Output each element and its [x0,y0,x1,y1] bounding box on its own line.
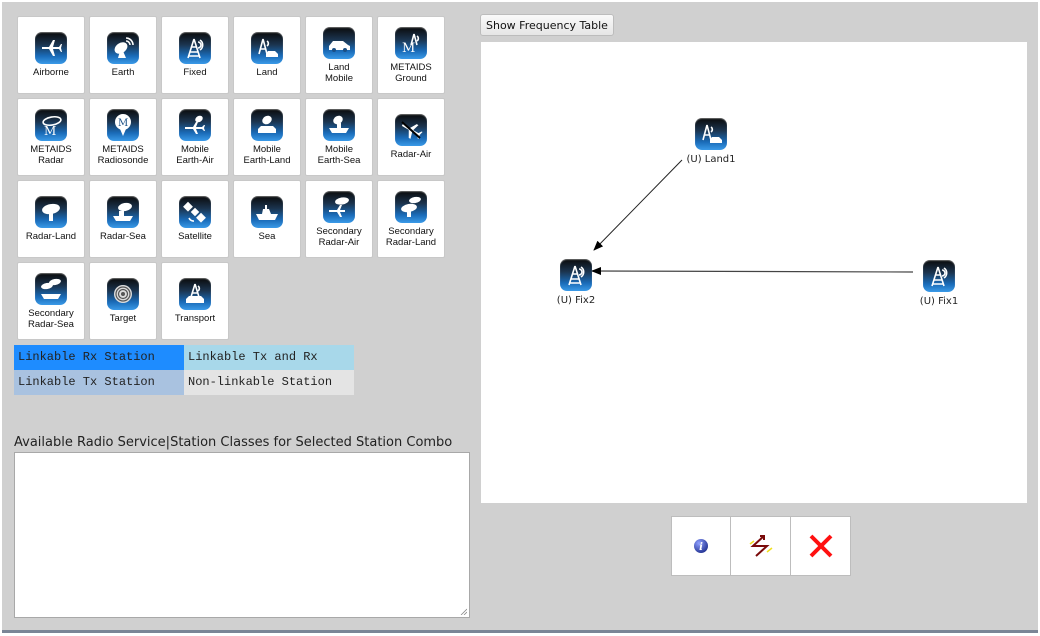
satellite-icon [179,196,211,228]
radio-tower-icon [560,259,592,291]
station-tile-label: METAIDS Ground [390,61,432,84]
show-frequency-table-button[interactable]: Show Frequency Table [480,14,614,36]
secondary-radar-land-icon [395,190,427,223]
link-lightning-icon [749,535,772,557]
station-tile[interactable]: Sea [233,180,301,258]
station-tile[interactable]: Radar-Air [377,98,445,176]
resize-grip-icon[interactable] [459,607,467,615]
info-button[interactable]: i [671,516,731,576]
station-tile[interactable]: Land Mobile [305,16,373,94]
station-tile-label: Secondary Radar-Sea [28,307,74,330]
node-label: (U) Land1 [686,154,736,165]
available-classes-label: Available Radio Service|Station Classes … [14,435,453,450]
close-icon [809,534,832,558]
secondary-radar-air-icon [323,190,355,223]
station-tile-label: Radar-Sea [100,231,146,242]
station-tile[interactable]: Airborne [17,16,85,94]
station-tile-label: Radar-Land [25,231,77,242]
link-fix1-to-fix2[interactable] [591,267,914,276]
station-tile-label: Earth [111,67,135,78]
station-tile-label: Sea [258,231,276,242]
station-tile-label: Airborne [33,67,69,78]
legend-linkable-tx: Linkable Tx Station [14,370,184,395]
station-tile-label: Target [109,313,137,324]
station-tile[interactable]: Transport [161,262,229,340]
station-tile[interactable]: M METAIDS Radar [17,98,85,176]
radio-tower-icon [179,32,211,64]
svg-text:i: i [699,542,703,553]
legend-linkable-tx-rx: Linkable Tx and Rx [184,345,354,370]
station-tile-label: Secondary Radar-Land [385,225,437,248]
station-tile-label: Mobile Earth-Land [243,143,291,166]
metaids-radar-icon: M [35,108,67,141]
station-tile[interactable]: Earth [89,16,157,94]
secondary-radar-sea-icon [35,272,67,305]
station-tile-label: Mobile Earth-Sea [317,143,361,166]
station-tile[interactable]: Radar-Sea [89,180,157,258]
station-legend: Linkable Rx Station Linkable Tx and Rx L… [14,345,354,395]
dish-car-icon [251,108,283,141]
window-bottom-border [2,630,1038,633]
radio-tower-icon [923,260,955,292]
station-tile-label: Land Mobile [325,61,353,84]
station-tile-label: Transport [174,313,216,324]
available-classes-textarea[interactable] [14,452,470,618]
dish-airplane-icon [179,108,211,141]
tower-car-icon [695,118,727,150]
node-land1[interactable]: (U) Land1 [671,118,751,165]
station-tile[interactable]: Land [233,16,301,94]
radar-ship-icon [107,196,139,228]
node-fix2[interactable]: (U) Fix2 [536,259,616,306]
link-land1-to-fix2[interactable] [593,159,683,251]
svg-text:M: M [402,41,415,55]
link-diagram-canvas[interactable]: (U) Land1 (U) Fix2 (U) Fix1 [481,42,1027,503]
station-tile[interactable]: Fixed [161,16,229,94]
station-tile-label: Radar-Air [390,149,432,160]
action-toolbar: i [671,516,851,576]
station-tile-label: Mobile Earth-Air [176,143,214,166]
node-fix1[interactable]: (U) Fix1 [899,260,979,307]
station-tile[interactable]: Satellite [161,180,229,258]
station-tile[interactable]: Radar-Land [17,180,85,258]
legend-linkable-rx: Linkable Rx Station [14,345,184,370]
info-icon: i [694,539,708,553]
dish-ship-icon [323,108,355,141]
station-tile[interactable]: Target [89,262,157,340]
svg-text:M: M [118,118,128,129]
airplane-icon [35,32,67,64]
metaids-tower-icon: M [395,26,427,59]
station-tile-label: METAIDS Radar [30,143,72,166]
target-icon [107,278,139,310]
node-label: (U) Fix1 [919,296,959,307]
satellite-dish-icon [107,32,139,64]
station-tile[interactable]: M METAIDS Radiosonde [89,98,157,176]
station-tile[interactable]: Mobile Earth-Sea [305,98,373,176]
ship-icon [251,196,283,228]
balloon-icon: M [107,108,139,141]
svg-text:M: M [44,124,56,137]
car-icon [323,26,355,59]
station-tile[interactable]: M METAIDS Ground [377,16,445,94]
radar-airplane-icon [395,114,427,146]
station-tile[interactable]: Mobile Earth-Air [161,98,229,176]
station-tile[interactable]: Mobile Earth-Land [233,98,301,176]
station-tile-label: Satellite [178,231,212,242]
station-tile-label: Secondary Radar-Air [316,225,362,248]
station-tile-label: METAIDS Radiosonde [97,143,149,166]
link-button[interactable] [731,516,791,576]
legend-non-linkable: Non-linkable Station [184,370,354,395]
station-tile-label: Fixed [183,67,207,78]
station-tile[interactable]: Secondary Radar-Air [305,180,373,258]
delete-button[interactable] [791,516,851,576]
tower-vehicle-icon [179,278,211,310]
station-tile-label: Land [256,67,278,78]
station-tile[interactable]: Secondary Radar-Land [377,180,445,258]
tower-car-icon [251,32,283,64]
radar-dish-icon [35,196,67,228]
station-tile[interactable]: Secondary Radar-Sea [17,262,85,340]
node-label: (U) Fix2 [556,295,596,306]
